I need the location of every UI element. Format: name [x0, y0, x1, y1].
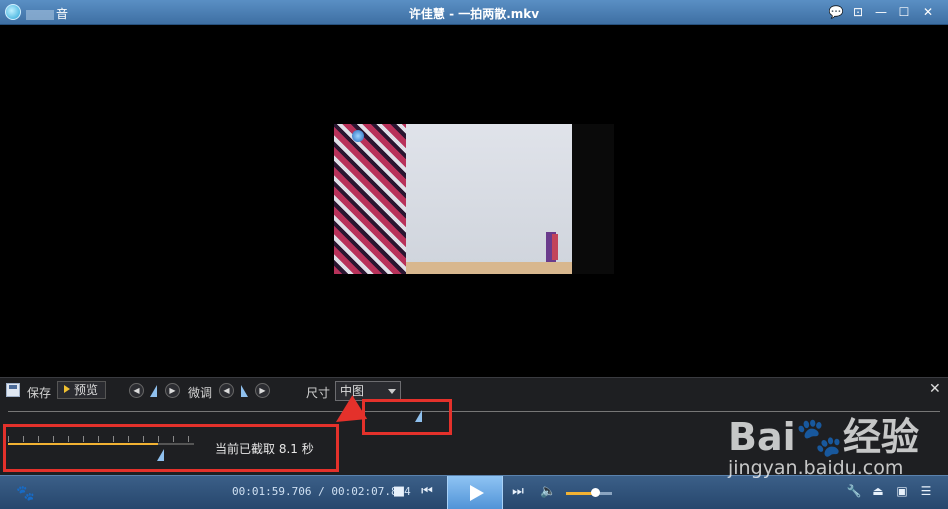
time-display: 00:01:59.706 / 00:02:07.824 — [232, 485, 411, 498]
end-prev-button[interactable]: ◀ — [219, 383, 234, 398]
next-button[interactable]: ⏭ — [511, 482, 525, 502]
chat-icon[interactable]: 💬 — [828, 4, 844, 20]
preview-label: 预览 — [74, 383, 99, 397]
clip-duration-text: 当前已截取 8.1 秒 — [215, 442, 314, 456]
minimize-button[interactable]: — — [873, 4, 889, 20]
play-button[interactable] — [447, 476, 503, 509]
eject-icon[interactable]: ⏏ — [869, 484, 887, 500]
end-marker-icon — [241, 385, 248, 397]
play-icon — [470, 485, 484, 501]
title-bar: 音 许佳慧 - 一拍两散.mkv 💬 ⊡ — ☐ ✕ — [0, 0, 948, 25]
playlist-toggle-icon[interactable]: ☰ — [917, 484, 935, 500]
footprint-icon[interactable]: 🐾 — [16, 484, 35, 502]
save-button[interactable]: 保存 — [27, 384, 51, 401]
save-icon[interactable] — [6, 383, 20, 397]
preview-button[interactable]: 预览 — [57, 381, 106, 399]
close-button[interactable]: ✕ — [920, 4, 936, 20]
video-dress — [334, 124, 406, 274]
volume-icon[interactable]: 🔈 — [540, 482, 556, 502]
watermark-brand: Bai🐾经验 — [728, 415, 919, 459]
volume-fill — [566, 492, 594, 495]
watermark-url: jingyan.baidu.com — [728, 457, 904, 479]
size-label: 尺寸 — [306, 386, 331, 400]
volume-knob[interactable] — [591, 488, 600, 497]
finetune-label: 微调 — [188, 386, 213, 400]
stop-button[interactable]: ■ — [392, 482, 406, 502]
video-area[interactable] — [0, 25, 948, 377]
previous-button[interactable]: ⏮ — [420, 482, 434, 502]
channel-logo-icon — [352, 130, 364, 142]
play-small-icon — [64, 385, 70, 393]
color-icon[interactable]: ▣ — [893, 484, 911, 500]
video-frame — [334, 124, 614, 274]
window-title: 许佳慧 - 一拍两散.mkv — [408, 7, 540, 21]
playlist-icon[interactable]: ⊡ — [850, 4, 866, 20]
timeline-marker-icon[interactable] — [415, 410, 422, 422]
video-legs — [572, 124, 614, 274]
chevron-down-icon — [388, 389, 396, 394]
start-marker-icon — [150, 385, 157, 397]
end-next-button[interactable]: ▶ — [255, 383, 270, 398]
clip-toolbar: 保存 预览 ◀ ▶ 微调 ◀ ▶ 尺寸 中图 ✕ — [0, 378, 948, 404]
zoom-fill — [8, 443, 158, 445]
zoom-marker-icon[interactable] — [157, 449, 164, 461]
start-next-button[interactable]: ▶ — [165, 383, 180, 398]
close-panel-button[interactable]: ✕ — [929, 381, 941, 397]
baidu-watermark: Bai🐾经验 jingyan.baidu.com — [728, 406, 919, 479]
video-figure-2 — [552, 234, 558, 260]
wrench-icon[interactable]: 🔧 — [845, 484, 863, 500]
player-window: 音 许佳慧 - 一拍两散.mkv 💬 ⊡ — ☐ ✕ 保存 预览 ◀ ▶ 微调 … — [0, 0, 948, 509]
maximize-button[interactable]: ☐ — [896, 4, 912, 20]
highlight-box — [362, 399, 452, 435]
size-select[interactable]: 中图 — [335, 381, 401, 401]
zoom-ticks — [8, 436, 194, 442]
start-prev-button[interactable]: ◀ — [129, 383, 144, 398]
control-bar: 🐾 00:01:59.706 / 00:02:07.824 ■ ⏮ ⏭ 🔈 🔧 … — [0, 475, 948, 509]
